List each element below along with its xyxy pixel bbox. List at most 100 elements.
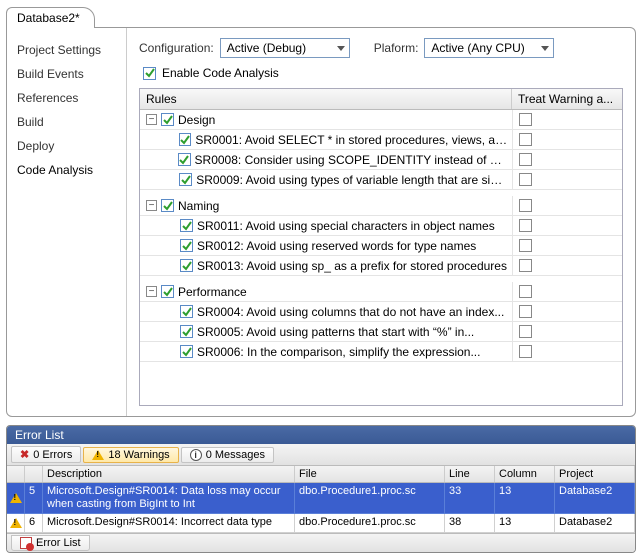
treat-warning-checkbox[interactable] (519, 199, 532, 212)
error-project: Database2 (555, 514, 635, 532)
project-tab[interactable]: Database2* (6, 7, 95, 28)
rule-group[interactable]: − Naming (140, 196, 622, 216)
treat-warning-checkbox[interactable] (519, 285, 532, 298)
error-project: Database2 (555, 483, 635, 514)
treat-warning-checkbox[interactable] (519, 345, 532, 358)
rule-label: SR0006: In the comparison, simplify the … (197, 345, 480, 359)
treat-warning-column-header[interactable]: Treat Warning a... (512, 89, 622, 109)
treat-warning-checkbox[interactable] (519, 305, 532, 318)
error-list-title: Error List (7, 426, 635, 444)
rule-row[interactable]: SR0004: Avoid using columns that do not … (140, 302, 622, 322)
error-description: Microsoft.Design#SR0014: Data loss may o… (43, 483, 295, 514)
error-line: 38 (445, 514, 495, 532)
configuration-select[interactable]: Active (Debug) (220, 38, 350, 58)
settings-sidebar: Project Settings Build Events References… (7, 28, 127, 416)
info-icon: i (190, 449, 202, 461)
rule-checkbox[interactable] (180, 345, 193, 358)
group-label: Performance (178, 285, 247, 299)
rule-row[interactable]: SR0006: In the comparison, simplify the … (140, 342, 622, 362)
error-list-icon (20, 537, 32, 549)
rule-label: SR0005: Avoid using patterns that start … (197, 325, 474, 339)
col-project[interactable]: Project (555, 466, 635, 482)
rule-checkbox[interactable] (161, 285, 174, 298)
chevron-down-icon (337, 46, 345, 51)
group-label: Naming (178, 199, 219, 213)
platform-select[interactable]: Active (Any CPU) (424, 38, 554, 58)
rule-label: SR0001: Avoid SELECT * in stored procedu… (195, 133, 508, 147)
rule-checkbox[interactable] (180, 259, 193, 272)
rule-label: SR0011: Avoid using special characters i… (197, 219, 495, 233)
rule-row[interactable]: SR0001: Avoid SELECT * in stored procedu… (140, 130, 622, 150)
sidebar-item-references[interactable]: References (15, 86, 122, 110)
project-tab-label: Database2* (17, 11, 80, 25)
error-icon: ✖ (20, 448, 29, 461)
messages-filter-button[interactable]: i 0 Messages (181, 447, 274, 463)
rule-row[interactable]: SR0005: Avoid using patterns that start … (140, 322, 622, 342)
sidebar-item-deploy[interactable]: Deploy (15, 134, 122, 158)
rule-checkbox[interactable] (180, 219, 193, 232)
sidebar-item-build[interactable]: Build (15, 110, 122, 134)
treat-warning-checkbox[interactable] (519, 239, 532, 252)
treat-warning-checkbox[interactable] (519, 325, 532, 338)
rule-checkbox[interactable] (180, 239, 193, 252)
rules-column-header[interactable]: Rules (140, 89, 512, 109)
errors-filter-button[interactable]: ✖ 0 Errors (11, 446, 81, 463)
error-list-tab[interactable]: Error List (11, 535, 90, 551)
rule-group[interactable]: − Performance (140, 282, 622, 302)
treat-warning-checkbox[interactable] (519, 219, 532, 232)
col-column[interactable]: Column (495, 466, 555, 482)
treat-warning-checkbox[interactable] (519, 259, 532, 272)
rule-checkbox[interactable] (180, 325, 193, 338)
treat-warning-checkbox[interactable] (519, 173, 532, 186)
error-file: dbo.Procedure1.proc.sc (295, 483, 445, 514)
collapse-icon[interactable]: − (146, 200, 157, 211)
code-analysis-panel: Configuration: Active (Debug) Plaform: A… (127, 28, 635, 416)
treat-warning-checkbox[interactable] (519, 113, 532, 126)
error-file: dbo.Procedure1.proc.sc (295, 514, 445, 532)
collapse-icon[interactable]: − (146, 114, 157, 125)
error-column: 13 (495, 483, 555, 514)
rule-checkbox[interactable] (179, 173, 192, 186)
rule-label: SR0012: Avoid using reserved words for t… (197, 239, 476, 253)
warning-icon (92, 450, 104, 460)
error-index: 6 (25, 514, 43, 532)
rule-checkbox[interactable] (178, 153, 190, 166)
error-row[interactable]: 5Microsoft.Design#SR0014: Data loss may … (7, 483, 635, 514)
rule-row[interactable]: SR0011: Avoid using special characters i… (140, 216, 622, 236)
error-grid-header: Description File Line Column Project (7, 466, 635, 483)
enable-code-analysis-label: Enable Code Analysis (162, 66, 279, 80)
col-line[interactable]: Line (445, 466, 495, 482)
rule-row[interactable]: SR0013: Avoid using sp_ as a prefix for … (140, 256, 622, 276)
rule-checkbox[interactable] (179, 133, 192, 146)
rules-table: Rules Treat Warning a... − Design SR0001: … (139, 88, 623, 406)
rule-checkbox[interactable] (180, 305, 193, 318)
collapse-icon[interactable]: − (146, 286, 157, 297)
sidebar-item-project-settings[interactable]: Project Settings (15, 38, 122, 62)
rule-checkbox[interactable] (161, 113, 174, 126)
rule-checkbox[interactable] (161, 199, 174, 212)
error-description: Microsoft.Design#SR0014: Incorrect data … (43, 514, 295, 532)
treat-warning-checkbox[interactable] (519, 153, 532, 166)
error-list-panel: Error List ✖ 0 Errors 18 Warnings i 0 Me… (6, 425, 636, 553)
enable-code-analysis-checkbox[interactable] (143, 67, 156, 80)
group-label: Design (178, 113, 215, 127)
rule-label: SR0013: Avoid using sp_ as a prefix for … (197, 259, 507, 273)
rule-row[interactable]: SR0008: Consider using SCOPE_IDENTITY in… (140, 150, 622, 170)
error-line: 33 (445, 483, 495, 514)
rule-label: SR0009: Avoid using types of variable le… (196, 173, 508, 187)
sidebar-item-code-analysis[interactable]: Code Analysis (15, 158, 122, 182)
rule-row[interactable]: SR0009: Avoid using types of variable le… (140, 170, 622, 190)
col-file[interactable]: File (295, 466, 445, 482)
warning-icon (10, 493, 22, 503)
error-row[interactable]: 6Microsoft.Design#SR0014: Incorrect data… (7, 514, 635, 532)
rule-label: SR0004: Avoid using columns that do not … (197, 305, 504, 319)
treat-warning-checkbox[interactable] (519, 133, 532, 146)
warnings-filter-button[interactable]: 18 Warnings (83, 447, 178, 463)
rule-row[interactable]: SR0012: Avoid using reserved words for t… (140, 236, 622, 256)
rule-group[interactable]: − Design (140, 110, 622, 130)
platform-label: Plaform: (374, 41, 419, 55)
warning-icon (10, 518, 22, 528)
col-description[interactable]: Description (43, 466, 295, 482)
error-column: 13 (495, 514, 555, 532)
sidebar-item-build-events[interactable]: Build Events (15, 62, 122, 86)
